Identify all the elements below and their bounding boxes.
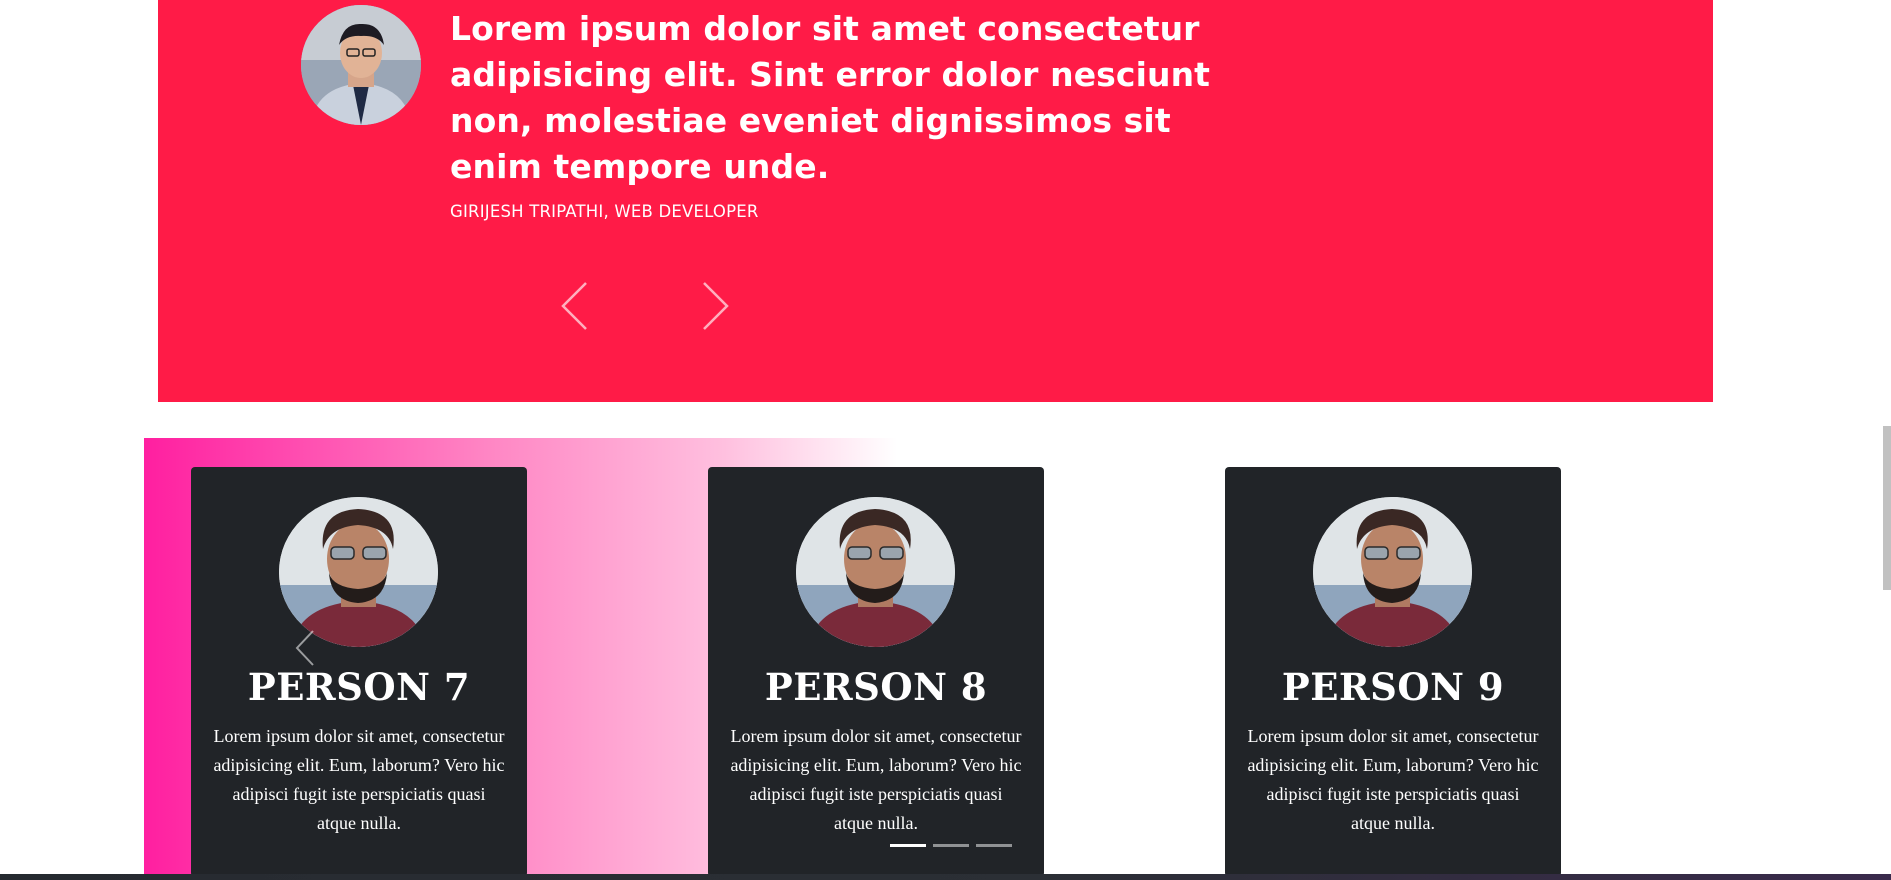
chevron-left-icon [295, 630, 314, 666]
person-photo-icon [301, 5, 421, 125]
testimonial-prev-button[interactable] [558, 280, 592, 332]
chevron-left-icon [561, 282, 587, 330]
person-description: Lorem ipsum dolor sit amet, consectetur … [213, 726, 505, 833]
carousel-indicators [890, 844, 1012, 847]
testimonial-author: GIRIJESH TRIPATHI, WEB DEVELOPER [450, 202, 759, 221]
testimonial-section: Lorem ipsum dolor sit amet consectetur a… [158, 0, 1713, 402]
avatar [796, 497, 955, 647]
person-description: Lorem ipsum dolor sit amet, consectetur … [1247, 726, 1539, 833]
team-prev-button[interactable] [294, 628, 316, 668]
team-card: PERSON 8 Lorem ipsum dolor sit amet, con… [708, 467, 1044, 877]
team-card: PERSON 7 Lorem ipsum dolor sit amet, con… [191, 467, 527, 877]
person-description: Lorem ipsum dolor sit amet, consectetur … [730, 726, 1022, 833]
team-carousel: PERSON 7 Lorem ipsum dolor sit amet, con… [144, 438, 1713, 880]
person-photo-icon [279, 497, 438, 647]
page-scrollbar[interactable] [1883, 426, 1891, 590]
person-name: PERSON 8 [764, 665, 988, 709]
carousel-indicator[interactable] [890, 844, 926, 847]
taskbar-edge [0, 874, 1891, 880]
avatar [279, 497, 438, 647]
avatar [1313, 497, 1472, 647]
person-photo-icon [1313, 497, 1472, 647]
carousel-indicator[interactable] [976, 844, 1012, 847]
team-card: PERSON 9 Lorem ipsum dolor sit amet, con… [1225, 467, 1561, 877]
person-photo-icon [796, 497, 955, 647]
testimonial-avatar [301, 5, 421, 125]
carousel-indicator[interactable] [933, 844, 969, 847]
testimonial-next-button[interactable] [698, 280, 732, 332]
chevron-right-icon [703, 282, 729, 330]
testimonial-quote: Lorem ipsum dolor sit amet consectetur a… [450, 9, 1211, 186]
person-name: PERSON 7 [247, 665, 471, 709]
person-name: PERSON 9 [1281, 665, 1505, 709]
